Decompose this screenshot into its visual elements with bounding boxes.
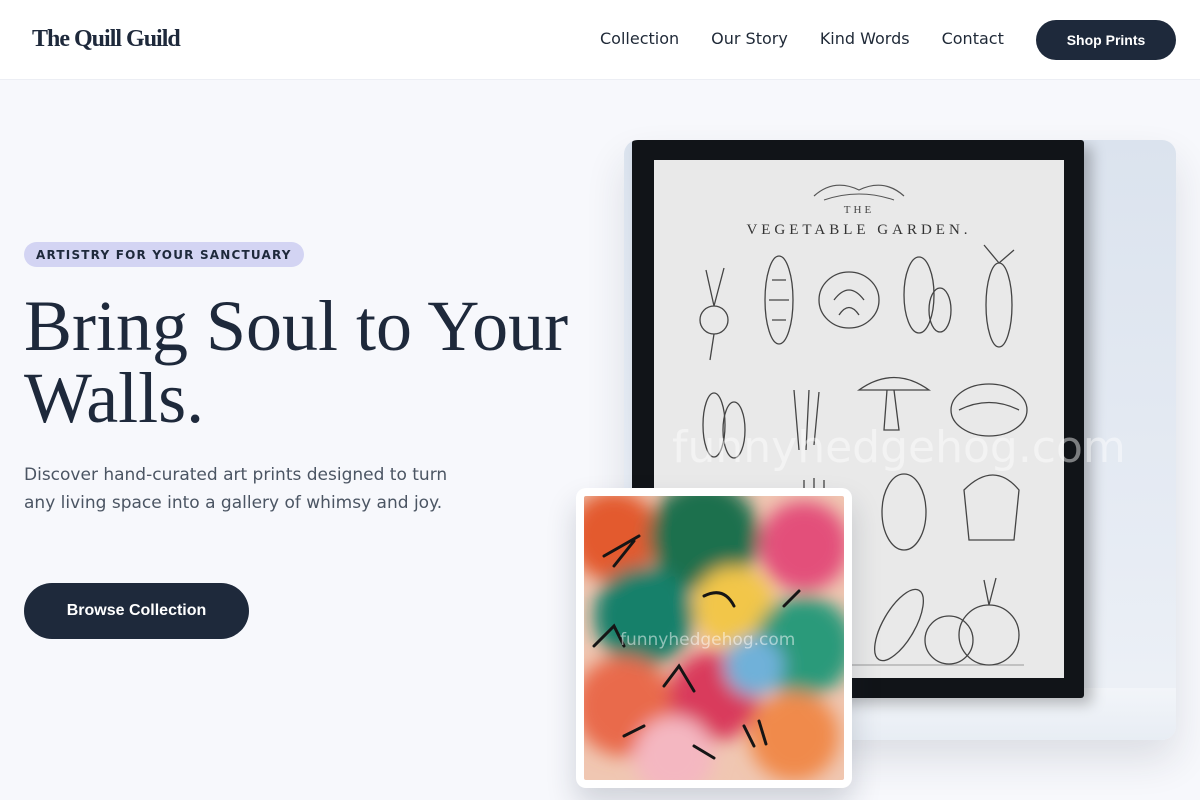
hero-eyebrow-badge: ARTISTRY FOR YOUR SANCTUARY [24,242,304,267]
nav-link-collection[interactable]: Collection [600,28,679,50]
browse-collection-button[interactable]: Browse Collection [24,583,249,639]
hero-subtext: Discover hand-curated art prints designe… [24,465,448,513]
nav-link-kind-words[interactable]: Kind Words [820,28,910,50]
watermark: funnyhedgehog.com [672,422,1126,473]
site-logo[interactable]: The Quill Guild [32,26,181,53]
nav-link-our-story[interactable]: Our Story [711,28,788,50]
nav-link-contact[interactable]: Contact [942,28,1004,50]
poster-title-text: VEGETABLE GARDEN. [746,222,972,238]
nav-links: Collection Our Story Kind Words Contact [600,28,1004,50]
hero-headline: Bring Soul to Your Walls. [24,286,569,438]
poster-the-text: THE [843,204,875,216]
watermark-small: funnyhedgehog.com [620,630,796,650]
shop-prints-button[interactable]: Shop Prints [1036,20,1176,60]
top-nav: The Quill Guild Collection Our Story Kin… [0,0,1200,80]
